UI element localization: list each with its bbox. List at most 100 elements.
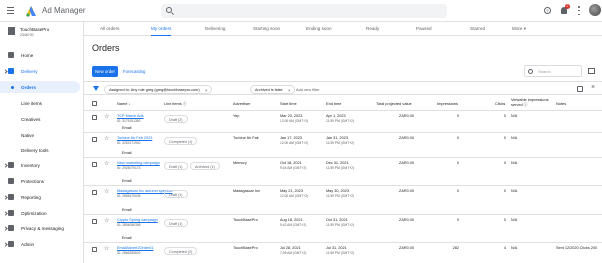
line-item-status-pill[interactable]: Draft (1) [164,162,188,170]
order-name-link[interactable]: TCP March Ads [117,114,144,119]
clicks-cell: 0 [503,136,506,140]
row-checkbox[interactable] [92,247,97,252]
sidebar-item-label: Delivery [21,68,38,74]
add-filter-button[interactable]: Add new filter [296,85,320,94]
end-date-cell: May 30, 2023 [326,189,350,193]
star-icon[interactable]: ☆ [104,218,109,224]
line-item-status-pill[interactable]: Completed (1) [164,137,198,145]
chevron-down-icon: ▾ [523,26,527,31]
avatar[interactable] [589,4,601,16]
line-item-status-pill[interactable]: Completed (2) [164,247,198,255]
sidebar-item-delivery-tools[interactable]: Delivery tools [0,144,84,156]
column-header-end-time[interactable]: End time [326,101,341,107]
sidebar-item-admin[interactable]: Admin [0,238,84,250]
table-row[interactable]: ☆ Crypto Spring campaign ID: 2894056398 Dra… [84,215,602,243]
sidebar-item-line-items[interactable]: Line items [0,97,84,109]
more-options-icon[interactable] [578,6,580,15]
start-time-cell: 9:42 AM (GMT+2) [280,223,307,227]
order-id: ID: 3253171940 [117,141,141,145]
star-icon[interactable]: ☆ [104,189,109,195]
column-header-start-time[interactable]: Start time [280,101,297,107]
column-header-name[interactable]: Name ↓ [117,101,130,107]
sidebar-item-protections[interactable]: Protections [0,175,84,187]
forecasting-button[interactable]: Forecasting [123,66,145,77]
help-icon[interactable]: ? [544,7,551,14]
star-icon[interactable]: ☆ [104,136,109,142]
advertiser-cell: Memory [233,161,247,165]
close-icon[interactable]: × [205,86,208,95]
main-menu-icon[interactable] [7,7,14,14]
row-checkbox[interactable] [92,190,97,195]
tab-my-orders[interactable]: My orders [151,22,172,36]
end-date-cell: Oct 31, 2021 [326,218,348,222]
close-icon[interactable]: × [591,84,595,91]
tab-starting-soon[interactable]: Starting soon [253,22,280,36]
sidebar-item-delivery[interactable]: Delivery [0,65,84,77]
table-row[interactable]: ☆ EmailAdvert2Order01 ID: 2866359602 Comple… [84,243,602,263]
viewable-cell: N/A [511,246,518,250]
row-checkbox[interactable] [92,219,97,224]
info-icon: ⓘ [523,101,528,107]
table-row[interactable]: ☆ TCP March Ads ID: 3175151360 Draft (2) Yep… [84,111,602,133]
column-header-advertiser[interactable]: Advertiser [233,101,251,107]
tab-all-orders[interactable]: All orders [100,22,119,36]
row-checkbox[interactable] [92,137,97,142]
column-header-clicks[interactable]: Clicks [495,101,505,107]
orders-search-input[interactable]: Search [524,65,582,77]
filter-icon[interactable] [93,86,99,91]
table-row[interactable]: ☆ Madagascar Inc autumn specials ID: 28984… [84,186,602,215]
sidebar-item-optimization[interactable]: Optimization [0,207,84,219]
column-header-viewable[interactable]: Viewable impressions served ⓘ [511,97,551,107]
column-header-projected-value[interactable]: Total projected value [376,101,412,107]
star-icon[interactable]: ☆ [104,246,109,252]
sidebar-item-reporting[interactable]: Reporting [0,191,84,203]
global-search-bar[interactable] [161,4,447,18]
projected-value-cell: ZAR0.00 [399,218,414,222]
close-icon[interactable]: × [288,86,291,95]
impressions-cell: 0 [456,218,459,222]
line-item-status-pill[interactable]: Draft (1) [164,190,188,198]
star-icon[interactable]: ☆ [104,114,109,120]
line-item-status-pill[interactable]: Draft (1) [164,219,188,227]
columns-icon[interactable] [588,68,595,74]
line-item-status-pill[interactable]: Draft (2) [164,115,188,123]
star-icon[interactable]: ☆ [104,161,109,167]
chevron-right-icon [3,162,8,168]
sidebar-item-home[interactable]: Home [0,49,84,61]
order-name-link[interactable]: Crypto Spring campaign [117,218,158,223]
sidebar-item-creatives[interactable]: Creatives [0,113,84,125]
clicks-cell: 4 [503,246,506,250]
row-checkbox[interactable] [92,162,97,167]
impressions-cell: 0 [456,189,459,193]
table-row[interactable]: ☆ New marketing campaign ID: 2925079173 Dra… [84,158,602,186]
order-name-link[interactable]: New marketing campaign [117,161,160,166]
row-extra-label: Email [122,236,132,240]
row-checkbox[interactable] [92,115,97,120]
order-name-link[interactable]: Turbine Air Feb 2023 [117,136,152,141]
sidebar-item-privacy[interactable]: Privacy & messaging [0,222,84,234]
table-row[interactable]: ☆ Turbine Air Feb 2023 ID: 3253171940 Compl… [84,133,602,158]
line-item-status-pill[interactable]: Archived (1) [190,162,220,170]
top-bar: Ad Manager ? 2 [0,0,602,22]
tab-starred[interactable]: Starred [470,22,485,36]
tab-ending-soon[interactable]: Ending soon [306,22,332,36]
end-date-cell: Apr 1, 2023 [326,114,346,118]
tab-more[interactable]: More ▾ [512,22,526,36]
order-id: ID: 2898475008 [117,194,141,198]
order-name-link[interactable]: EmailAdvert2Order01 [117,246,154,251]
tab-paused[interactable]: Paused [416,22,432,36]
sidebar-item-inventory[interactable]: Inventory [0,159,84,171]
tab-ready[interactable]: Ready [366,22,379,36]
filter-chip-archived[interactable]: Archived is false × [250,84,295,95]
column-header-notes[interactable]: Notes [556,101,566,107]
save-filter-icon[interactable] [577,86,583,92]
filter-chip-assigned[interactable]: Assigned to: Any role greg (greg@touchba… [104,84,212,95]
sidebar-item-native[interactable]: Native [0,129,84,141]
select-all-checkbox[interactable] [92,101,97,106]
column-header-line-items[interactable]: Line items ⓘ [164,101,187,107]
filter-chip-label: Assigned to: Any role greg (greg@touchba… [109,87,200,92]
new-order-button[interactable]: New order [92,66,118,77]
sidebar-item-orders[interactable]: Orders [0,81,80,93]
column-header-impressions[interactable]: Impressions [437,101,458,107]
tab-delivering[interactable]: Delivering [205,22,225,36]
